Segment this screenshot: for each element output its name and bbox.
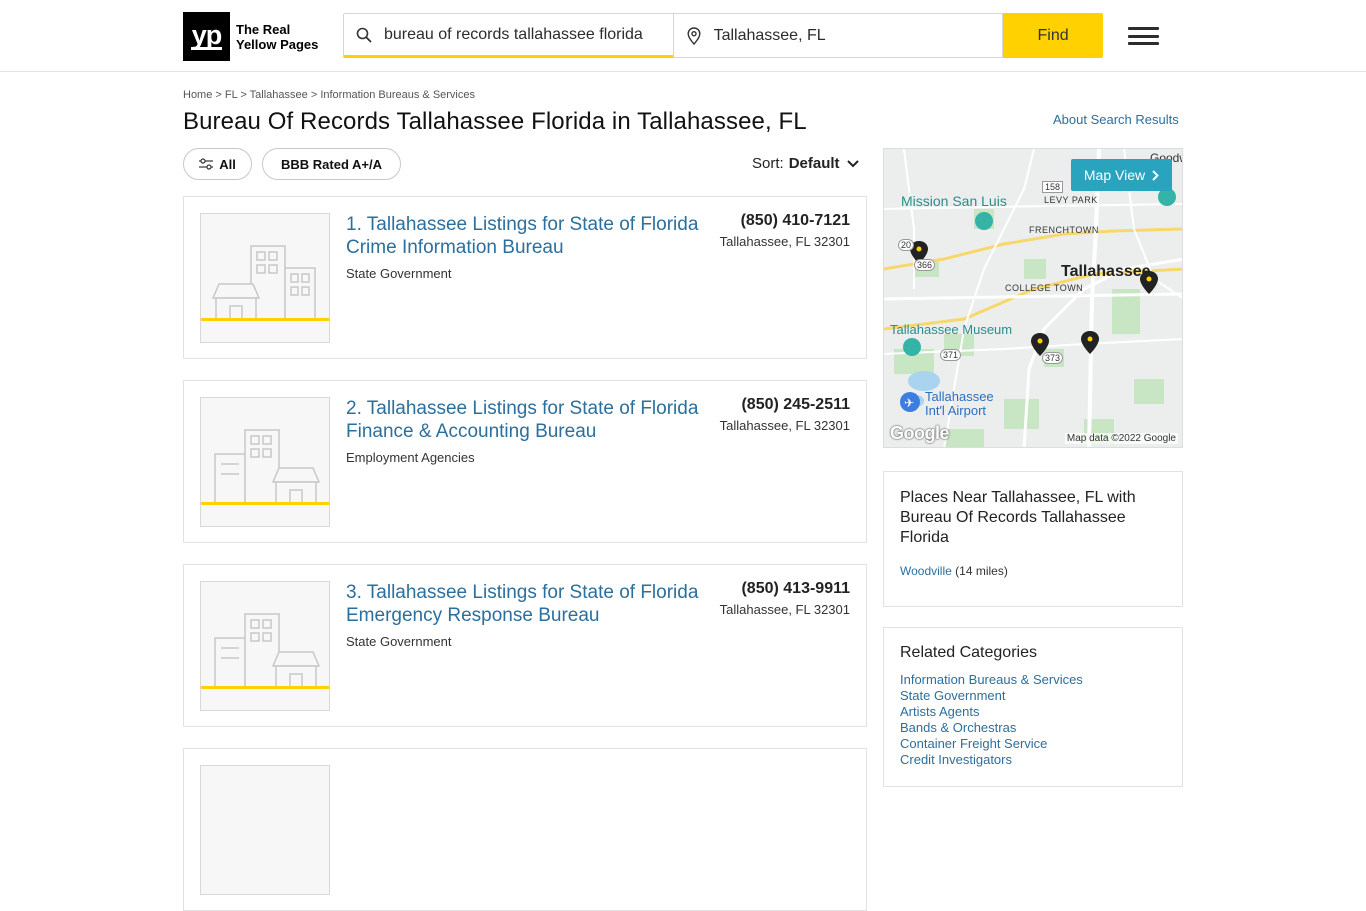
listing-address: Tallahassee, FL 32301 — [719, 602, 850, 617]
map-label-college-town: COLLEGE TOWN — [1005, 283, 1084, 293]
map-label-mission: Mission San Luis — [901, 193, 1007, 209]
related-categories-title: Related Categories — [900, 644, 1037, 661]
find-button[interactable]: Find — [1003, 13, 1103, 58]
listing-category[interactable]: State Government — [346, 634, 452, 649]
breadcrumb: Home > FL > Tallahassee > Information Bu… — [183, 89, 475, 101]
listing-name-link[interactable]: 3. Tallahassee Listings for State of Flo… — [346, 581, 706, 627]
listing-address: Tallahassee, FL 32301 — [719, 418, 850, 433]
map-label-levy: LEVY PARK — [1044, 195, 1098, 205]
search-bar: Find — [343, 13, 1103, 58]
logo-text: The Real Yellow Pages — [236, 21, 319, 52]
building-placeholder-icon[interactable] — [200, 765, 330, 895]
listing-card: 2. Tallahassee Listings for State of Flo… — [183, 380, 867, 543]
yp-logo[interactable]: yp The Real Yellow Pages — [183, 12, 318, 61]
listing-card: 1. Tallahassee Listings for State of Flo… — [183, 196, 867, 359]
page-title: Bureau Of Records Tallahassee Florida in… — [183, 108, 807, 135]
related-categories-box: Related Categories Information Bureaus &… — [883, 627, 1183, 787]
map-credit: Map data ©2022 Google — [1064, 433, 1178, 444]
listing-name-link[interactable]: 1. Tallahassee Listings for State of Flo… — [346, 213, 706, 259]
search-where-field[interactable] — [673, 13, 1004, 58]
site-header: yp The Real Yellow Pages Find — [0, 0, 1366, 72]
listing-phone: (850) 245-2511 — [741, 396, 850, 413]
related-category-link[interactable]: Container Freight Service — [900, 736, 1166, 752]
map-label-frenchtown: FRENCHTOWN — [1029, 225, 1099, 235]
related-category-link[interactable]: Bands & Orchestras — [900, 720, 1166, 736]
map-road-158: 158 — [1042, 181, 1064, 193]
building-placeholder-icon[interactable] — [200, 581, 330, 711]
search-what-input[interactable] — [384, 25, 664, 44]
listing-phone: (850) 410-7121 — [740, 212, 850, 229]
map-label-museum: Tallahassee Museum — [890, 322, 1013, 337]
search-icon — [344, 27, 384, 43]
related-category-link[interactable]: Artists Agents — [900, 704, 1166, 720]
logo-mark: yp — [183, 12, 230, 61]
map-road-373: 373 — [1042, 352, 1064, 364]
map-label-airport: Tallahassee Int'l Airport — [925, 389, 994, 418]
place-link-woodville[interactable]: Woodville — [900, 564, 952, 578]
breadcrumb-home[interactable]: Home — [183, 89, 212, 101]
results-map[interactable]: ✈ Mission San Luis LEVY PARK FRENCHTOWN … — [883, 148, 1183, 448]
filter-bbb-button[interactable]: BBB Rated A+/A — [262, 148, 401, 180]
listing-category[interactable]: State Government — [346, 266, 452, 281]
listing-card — [183, 748, 867, 911]
places-near-title: Places Near Tallahassee, FL with Bureau … — [900, 489, 1136, 546]
breadcrumb-city[interactable]: Tallahassee — [250, 89, 308, 101]
location-pin-icon — [674, 26, 714, 45]
filter-all-button[interactable]: All — [183, 148, 252, 180]
building-placeholder-icon[interactable] — [200, 397, 330, 527]
places-near-item: Woodville (14 miles) — [900, 564, 1008, 578]
listing-card: 3. Tallahassee Listings for State of Flo… — [183, 564, 867, 727]
google-logo: Google — [890, 423, 950, 443]
listing-category[interactable]: Employment Agencies — [346, 450, 475, 465]
map-view-button[interactable]: Map View — [1071, 159, 1172, 191]
breadcrumb-state[interactable]: FL — [225, 89, 237, 101]
sort-dropdown[interactable]: Sort: Default — [752, 155, 859, 172]
chevron-right-icon — [1152, 169, 1160, 181]
map-label-tallahassee: Tallahassee — [1061, 263, 1151, 280]
listing-address: Tallahassee, FL 32301 — [719, 234, 850, 249]
listing-name-link[interactable]: 2. Tallahassee Listings for State of Flo… — [346, 397, 706, 443]
related-category-link[interactable]: Credit Investigators — [900, 752, 1166, 768]
about-search-results-link[interactable]: About Search Results — [1053, 112, 1179, 127]
related-category-link[interactable]: State Government — [900, 688, 1166, 704]
map-road-366: 366 — [914, 259, 936, 271]
listing-phone: (850) 413-9911 — [741, 580, 850, 597]
breadcrumb-category[interactable]: Information Bureaus & Services — [320, 89, 475, 101]
map-road-371: 371 — [940, 349, 962, 361]
search-what-field[interactable] — [343, 13, 674, 58]
sliders-icon — [199, 158, 214, 170]
menu-icon[interactable] — [1128, 27, 1159, 45]
map-road-20: 20 — [898, 239, 915, 251]
places-near-box: Places Near Tallahassee, FL with Bureau … — [883, 471, 1183, 607]
related-category-link[interactable]: Information Bureaus & Services — [900, 672, 1166, 688]
building-placeholder-icon[interactable] — [200, 213, 330, 343]
search-where-input[interactable] — [713, 26, 994, 45]
chevron-down-icon — [846, 155, 859, 172]
svg-text:✈: ✈ — [904, 396, 914, 410]
